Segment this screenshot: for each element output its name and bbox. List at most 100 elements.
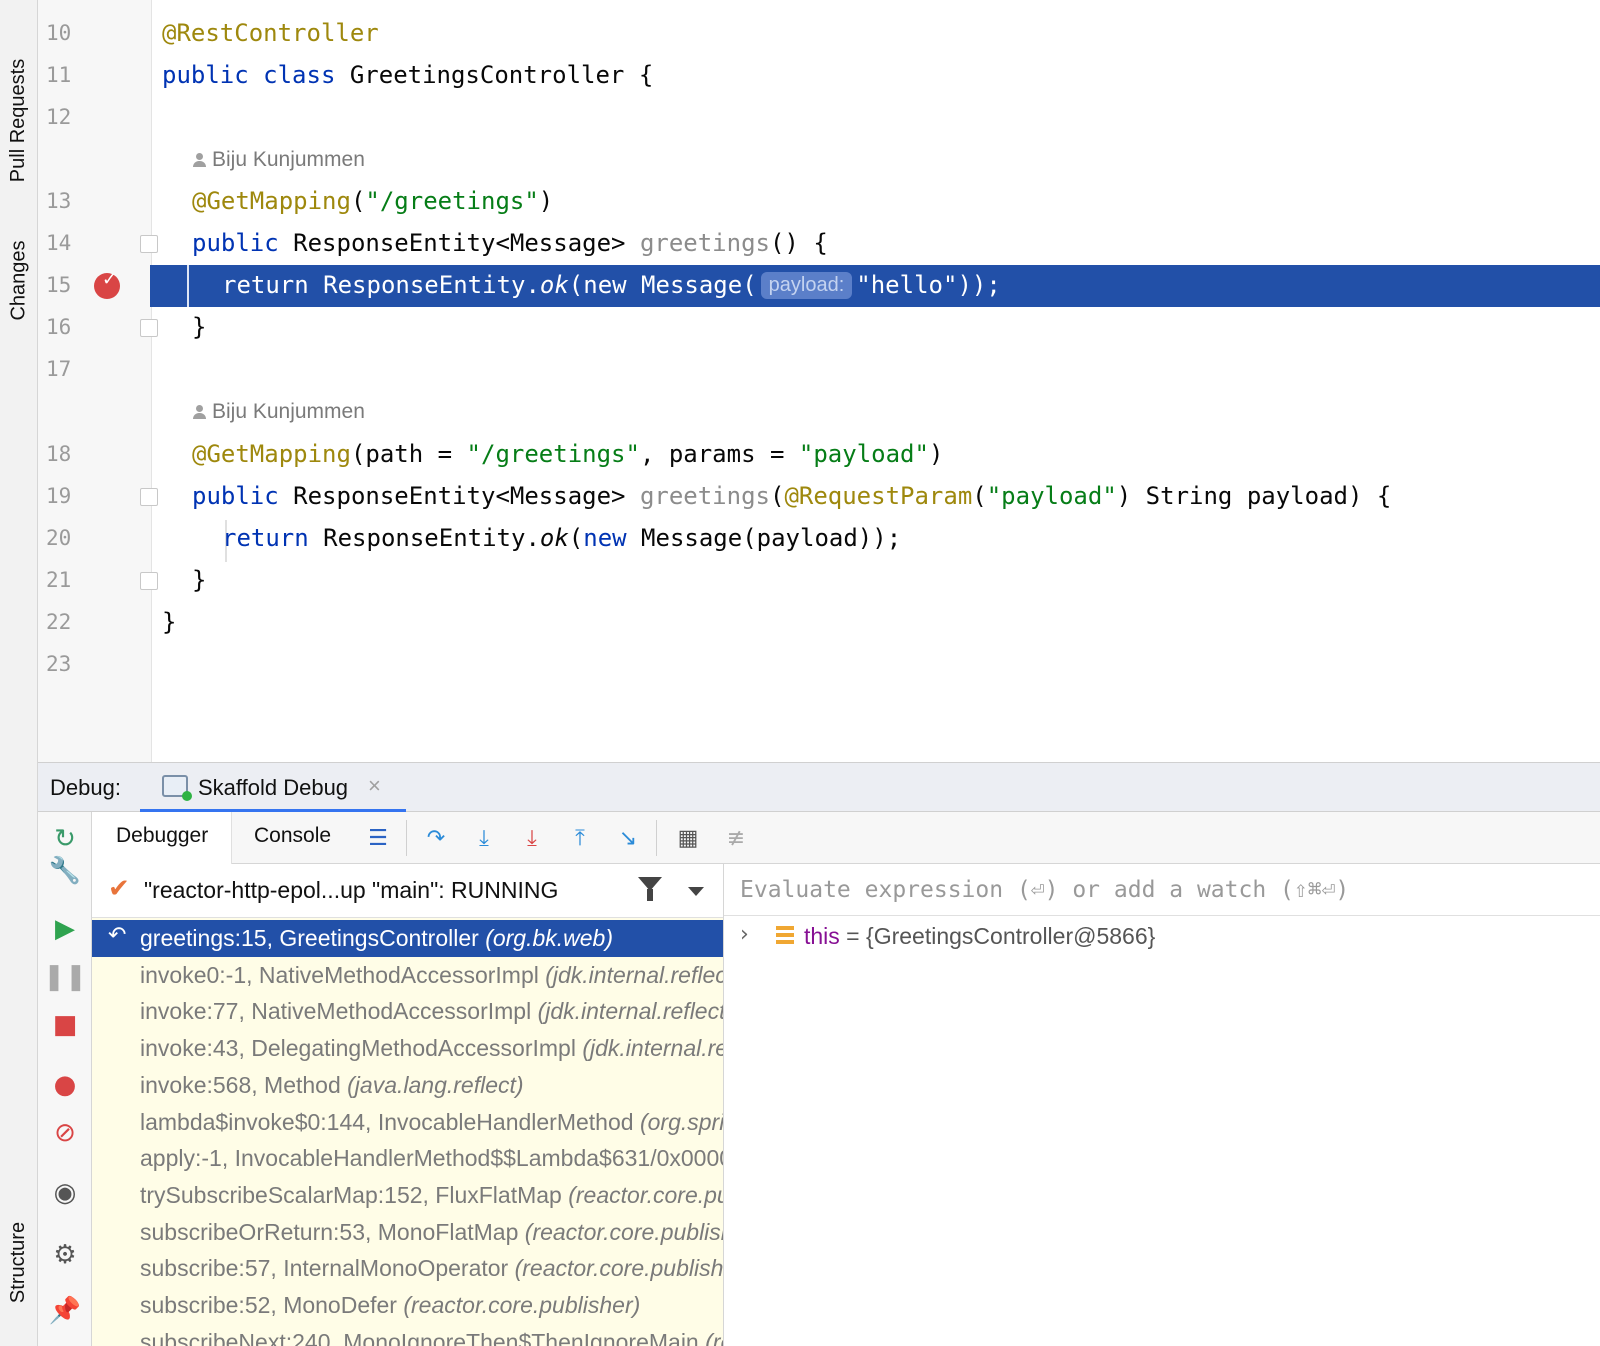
rerun-icon[interactable]: ↻ [50,824,80,854]
camera-icon[interactable]: ◉ [50,1178,80,1208]
frame-method: invoke:43, DelegatingMethodAccessorImpl [140,1035,583,1062]
person-icon [192,405,206,420]
filter-icon[interactable] [638,877,662,901]
stack-frame-selected[interactable]: ↶ greetings:15, GreetingsController (org.… [92,920,723,957]
code-line: 11 public class GreetingsController { [38,55,1600,97]
step-over-icon[interactable]: ↷ [420,822,452,854]
code-text: public ResponseEntity<Message> greetings… [192,482,1392,510]
settings-icon[interactable]: ⚙ [50,1240,80,1270]
code-text: @RestController [162,19,379,47]
stack-frame[interactable]: subscribeNext:240, MonoIgnoreThen$ThenIg… [92,1324,723,1346]
code-editor[interactable]: 10 @RestController 11 public class Greet… [38,0,1600,762]
stack-frame[interactable]: subscribeOrReturn:53, MonoFlatMap (react… [92,1214,723,1251]
wrench-icon[interactable]: 🔧 [49,856,81,886]
line-number: 23 [46,652,72,676]
stack-frame[interactable]: apply:-1, InvocableHandlerMethod$$Lambda… [92,1140,724,1177]
code-author-hint[interactable]: Biju Kunjummen [192,148,365,172]
indent-guide [187,265,189,307]
variable-row[interactable]: › this = {GreetingsController@5866} [724,918,1600,956]
evaluate-expression-input[interactable] [740,874,1580,906]
stack-frame[interactable]: lambda$invoke$0:144, InvocableHandlerMet… [92,1104,723,1141]
author-name: Biju Kunjummen [212,400,365,423]
author-name: Biju Kunjummen [212,148,365,171]
pin-icon[interactable]: 📌 [49,1296,81,1326]
stack-frame[interactable]: invoke:568, Method (java.lang.reflect) [92,1067,723,1104]
code-line: 16 } [38,307,1600,349]
debug-tool-window-header: Debug: Skaffold Debug × [38,762,1600,813]
stack-frame[interactable]: trySubscribeScalarMap:152, FluxFlatMap (… [92,1177,723,1214]
chevron-down-icon[interactable] [688,887,704,896]
view-breakpoints-icon[interactable]: ● [50,1070,80,1100]
variables-panel: › this = {GreetingsController@5866} [724,864,1600,1346]
code-line: 13 @GetMapping("/greetings") [38,181,1600,223]
close-icon[interactable]: × [368,773,381,799]
pull-requests-tab[interactable]: Pull Requests [3,40,35,200]
breakpoint-icon[interactable] [94,269,120,299]
fold-marker-icon[interactable] [140,235,158,253]
fold-marker-icon[interactable] [140,488,158,506]
stack-frame[interactable]: invoke:43, DelegatingMethodAccessorImpl … [92,1030,723,1067]
code-text: } [192,313,207,341]
line-number: 22 [46,610,72,634]
variable-text: this = {GreetingsController@5866} [804,923,1155,950]
mute-breakpoints-icon[interactable]: ⊘ [50,1118,80,1148]
tab-debugger-label: Debugger [116,824,209,847]
frame-package: (reactor.core.publisher) [403,1292,641,1318]
tab-debugger[interactable]: Debugger [92,812,232,864]
pause-icon[interactable]: ❚❚ [43,962,87,992]
tab-console[interactable]: Console [232,812,352,864]
step-out-icon[interactable]: ⤒ [564,822,596,854]
changes-tab[interactable]: Changes [3,232,35,328]
run-to-cursor-icon[interactable]: ↘ [612,822,644,854]
variable-equals: = [839,923,867,949]
code-line: 18 @GetMapping(path = "/greetings", para… [38,434,1600,476]
field-icon [776,926,794,946]
stack-frame[interactable]: subscribe:57, InternalMonoOperator (reac… [92,1250,723,1287]
person-icon [192,153,206,168]
parameter-inlay-hint: payload: [760,272,853,299]
stop-icon[interactable]: ■ [50,1010,80,1040]
line-number: 15 [46,273,72,297]
step-into-icon[interactable]: ⤓ [468,822,500,854]
return-icon: ↶ [108,923,127,948]
force-step-into-icon[interactable]: ⤓ [516,822,548,854]
frame-method: subscribeOrReturn:53, MonoFlatMap [140,1218,525,1245]
fold-end-marker-icon[interactable] [140,572,158,590]
code-text: return ResponseEntity.ok(new Message(pay… [222,524,902,552]
layout-menu-icon[interactable]: ☰ [362,822,394,854]
debugger-toolbar: Debugger Console ☰ ↷ ⤓ ⤓ ⤒ ↘ ▦ ≢ [92,812,1600,864]
left-tool-strip: Pull Requests Changes Structure [0,0,38,1346]
line-number: 10 [46,21,72,45]
stack-frame[interactable]: invoke:77, NativeMethodAccessorImpl (jdk… [92,993,723,1030]
code-line: 20 return ResponseEntity.ok(new Message(… [38,518,1600,560]
thread-label: "reactor-http-epol...up "main": RUNNING [144,877,559,903]
stack-frame[interactable]: subscribe:52, MonoDefer (reactor.core.pu… [92,1287,723,1324]
resume-icon[interactable]: ▶ [50,914,80,944]
toolbar-separator [406,820,407,856]
evaluate-expression-icon[interactable]: ▦ [672,822,704,854]
frame-method: subscribe:52, MonoDefer [140,1292,404,1318]
structure-tab[interactable]: Structure [3,1212,35,1312]
chevron-right-icon[interactable]: › [740,922,749,947]
frame-package: (java.lang.reflect) [347,1071,524,1098]
code-text: public class GreetingsController { [162,61,654,89]
skaffold-debug-tab[interactable]: Skaffold Debug × [140,763,406,813]
pull-requests-label: Pull Requests [7,58,30,182]
frame-method: apply:-1, InvocableHandlerMethod$$Lambda… [140,1145,724,1172]
line-number: 19 [46,484,72,508]
fold-end-marker-icon[interactable] [140,319,158,337]
checkmark-icon: ✔ [108,874,130,904]
code-line: 21 } [38,560,1600,602]
frame-method: subscribe:57, InternalMonoOperator [140,1255,515,1282]
stack-frame[interactable]: invoke0:-1, NativeMethodAccessorImpl (jd… [92,957,723,994]
code-line: 19 public ResponseEntity<Message> greeti… [38,476,1600,518]
debug-label: Debug: [50,775,121,800]
frame-method: invoke:77, NativeMethodAccessorImpl [140,998,538,1025]
debug-side-toolbar: ↻ 🔧 ▶ ❚❚ ■ ● ⊘ ◉ ⚙ 📌 [38,812,92,1346]
trace-current-stream-icon[interactable]: ≢ [720,822,752,854]
thread-selector[interactable]: ✔ "reactor-http-epol...up "main": RUNNIN… [92,864,723,918]
frame-package: (reactor.core.publisher) [568,1181,723,1208]
frame-method: lambda$invoke$0:144, InvocableHandlerMet… [140,1108,640,1135]
line-number: 16 [46,315,72,339]
code-author-hint[interactable]: Biju Kunjummen [192,400,365,424]
